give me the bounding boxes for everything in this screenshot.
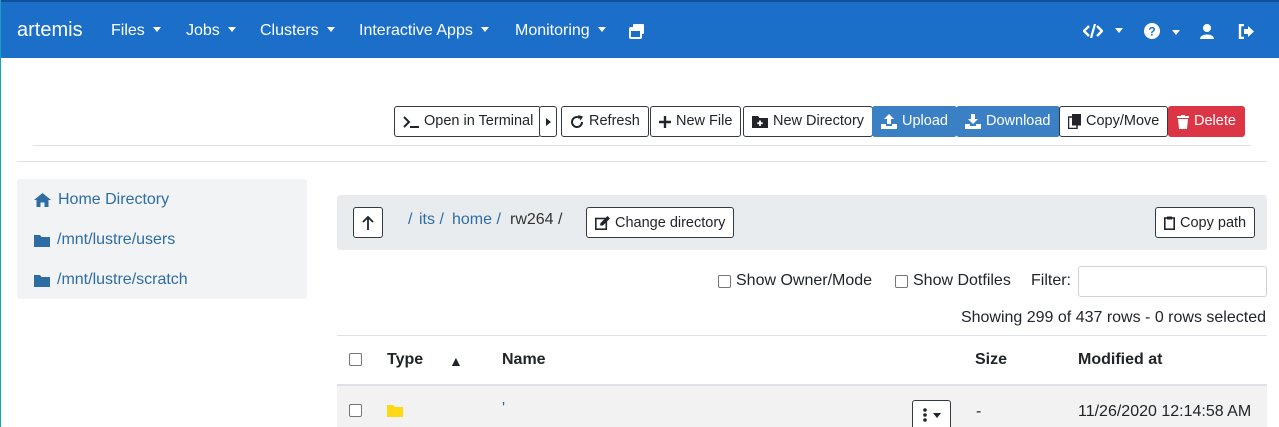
windows-icon[interactable] (629, 23, 645, 43)
delete-button[interactable]: Delete (1168, 106, 1245, 137)
change-directory-button[interactable]: Change directory (586, 207, 735, 238)
chevron-down-icon (597, 27, 606, 32)
folder-icon (34, 274, 50, 287)
nav-menu-monitoring[interactable]: Monitoring (515, 22, 606, 40)
sidebar-item-lustre-users[interactable]: /mnt/lustre/users (34, 231, 175, 249)
top-navbar: artemis Files Jobs Clusters Interactive … (1, 0, 1279, 58)
trash-icon (1177, 114, 1189, 129)
download-icon (965, 114, 981, 129)
show-owner-mode-checkbox[interactable] (718, 274, 731, 288)
breadcrumb-home[interactable]: home / (452, 211, 501, 229)
download-button[interactable]: Download (956, 106, 1060, 137)
edit-icon (595, 215, 610, 230)
refresh-icon (571, 114, 584, 128)
terminal-dropdown-toggle[interactable] (539, 106, 557, 137)
arrow-up-icon (362, 215, 374, 230)
copy-path-button[interactable]: Copy path (1155, 207, 1256, 238)
breadcrumb-current: rw264 / (510, 211, 563, 228)
help-icon[interactable]: ? (1144, 23, 1181, 43)
rows-info: Showing 299 of 437 rows - 0 rows selecte… (960, 309, 1266, 326)
nav-menu-files[interactable]: Files (111, 22, 161, 40)
new-directory-button[interactable]: New Directory (743, 106, 874, 137)
show-dotfiles-toggle[interactable]: Show Dotfiles (895, 272, 1011, 290)
svg-text:?: ? (1148, 25, 1155, 39)
kebab-menu-icon (922, 408, 927, 422)
sidebar-item-lustre-scratch[interactable]: /mnt/lustre/scratch (34, 271, 188, 289)
plus-icon (659, 115, 671, 128)
chevron-down-icon (326, 27, 335, 32)
row-select-checkbox[interactable] (349, 404, 362, 417)
new-file-button[interactable]: New File (650, 106, 742, 137)
folder-icon (34, 234, 50, 247)
clipboard-icon (1164, 216, 1175, 230)
logout-icon[interactable] (1238, 23, 1255, 43)
code-icon[interactable] (1082, 23, 1124, 42)
open-in-terminal-button[interactable]: Open in Terminal (394, 106, 541, 137)
table-row[interactable]: ' - 11/26/2020 12:14:58 AM (337, 386, 1267, 427)
folder-icon (387, 404, 403, 421)
copy-move-button[interactable]: Copy/Move (1059, 106, 1169, 137)
breadcrumb-root[interactable]: / (408, 211, 412, 229)
favorites-sidebar: Home Directory /mnt/lustre/users /mnt/lu… (17, 179, 307, 299)
filter-label: Filter: (1031, 272, 1071, 289)
chevron-down-icon (932, 412, 941, 418)
column-header-type[interactable]: Type (387, 351, 423, 369)
file-name-link[interactable]: ' (502, 400, 505, 418)
row-actions-button[interactable] (912, 400, 951, 427)
show-owner-mode-toggle[interactable]: Show Owner/Mode (718, 272, 872, 290)
sort-asc-icon: ▲ (449, 353, 463, 369)
toolbar-divider (33, 145, 1251, 146)
terminal-icon (403, 115, 419, 128)
chevron-down-icon (1172, 30, 1181, 35)
column-header-size[interactable]: Size (975, 351, 1007, 369)
table-top-border (337, 335, 1267, 336)
nav-menu-jobs[interactable]: Jobs (186, 22, 236, 40)
brand-logo[interactable]: artemis (17, 19, 83, 42)
path-bar: / its / home / rw264 / Change directory … (337, 195, 1267, 250)
caret-right-icon (545, 117, 551, 126)
file-modified: 11/26/2020 12:14:58 AM (1078, 403, 1252, 420)
breadcrumb-its[interactable]: its / (419, 211, 444, 229)
column-header-modified[interactable]: Modified at (1078, 351, 1162, 369)
chevron-down-icon (152, 27, 161, 32)
chevron-down-icon (227, 27, 236, 32)
file-size: - (976, 403, 982, 420)
home-icon (34, 193, 51, 207)
column-header-name[interactable]: Name (502, 351, 546, 369)
page-divider (17, 161, 1267, 162)
chevron-down-icon (1115, 28, 1124, 33)
select-all-checkbox[interactable] (349, 353, 362, 366)
upload-button[interactable]: Upload (872, 106, 957, 137)
filter-input[interactable] (1078, 266, 1267, 297)
nav-menu-clusters[interactable]: Clusters (260, 22, 335, 40)
copy-icon (1068, 114, 1081, 129)
folder-plus-icon (752, 116, 768, 128)
sidebar-item-home-directory[interactable]: Home Directory (34, 191, 169, 209)
upload-icon (881, 114, 897, 129)
refresh-button[interactable]: Refresh (561, 106, 649, 137)
go-up-button[interactable] (353, 207, 383, 238)
chevron-down-icon (480, 27, 489, 32)
nav-menu-interactive-apps[interactable]: Interactive Apps (359, 22, 489, 40)
show-dotfiles-checkbox[interactable] (895, 274, 908, 288)
user-icon[interactable] (1200, 24, 1214, 43)
